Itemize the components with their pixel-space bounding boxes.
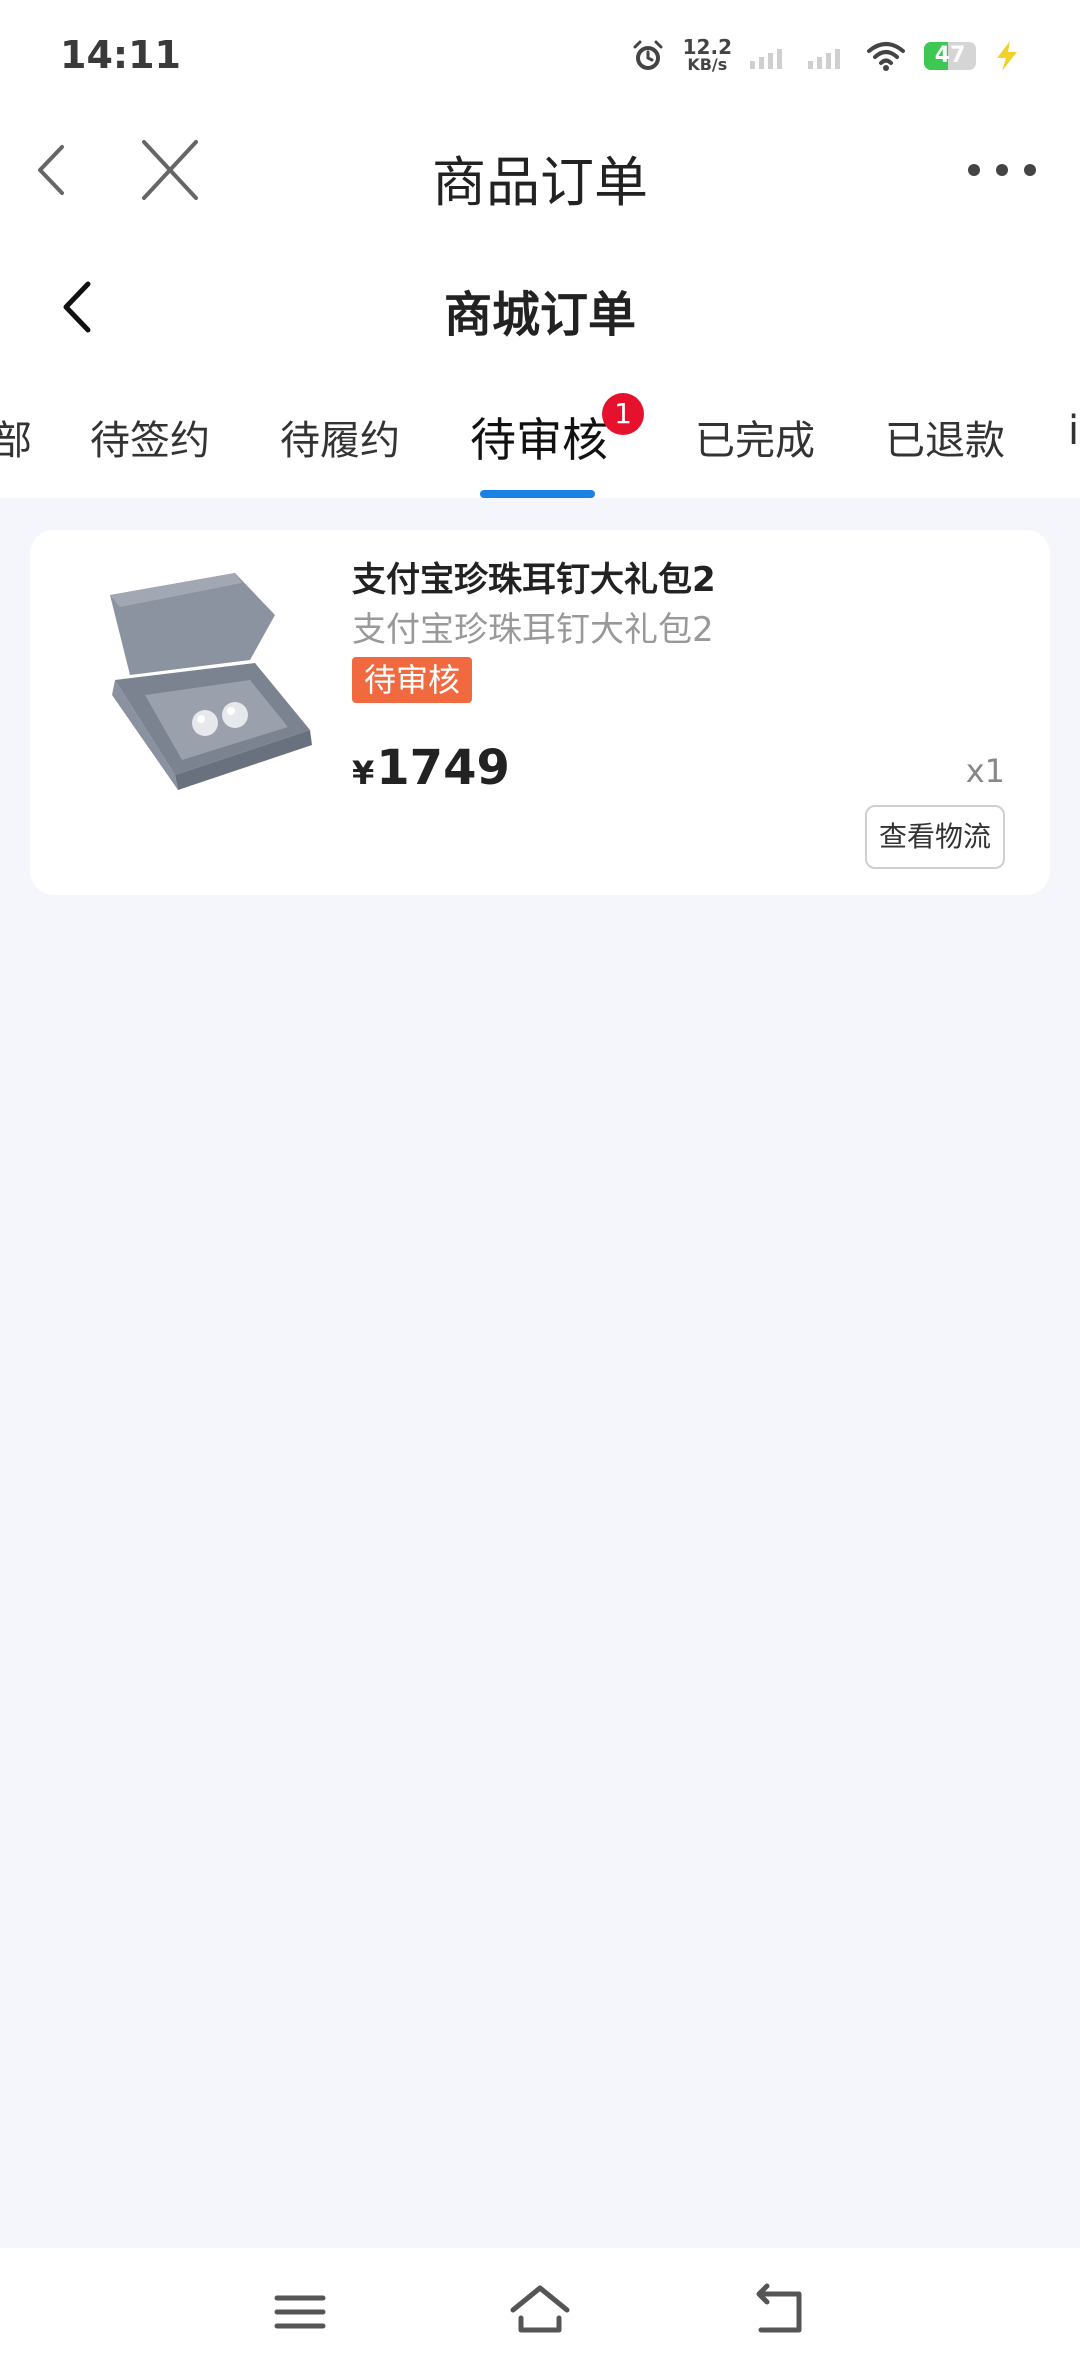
- product-name[interactable]: 支付宝珍珠耳钉大礼包2: [352, 552, 716, 601]
- currency-symbol: ¥: [352, 754, 375, 792]
- status-badge: 待审核: [352, 657, 473, 703]
- tab-badge: 1: [602, 393, 644, 435]
- status-time: 14:11: [60, 33, 181, 77]
- battery-level: 47: [934, 43, 966, 68]
- network-speed-value: 12.2: [682, 35, 732, 59]
- status-bar: 14:11 12.2 KB/s 47: [0, 0, 1080, 110]
- network-speed-unit: KB/s: [687, 55, 728, 74]
- tab-more[interactable]: i: [1068, 408, 1079, 454]
- network-speed: 12.2 KB/s: [682, 35, 732, 74]
- tab-all[interactable]: 部: [0, 408, 32, 466]
- tab-pending-fulfill[interactable]: 待履约: [280, 408, 400, 466]
- tab-pending-review[interactable]: 待审核: [470, 404, 608, 470]
- signal-sim1-icon: [750, 49, 782, 69]
- signal-sim2-icon: [808, 49, 840, 69]
- tab-pending-sign[interactable]: 待签约: [90, 408, 210, 466]
- product-subtitle: 支付宝珍珠耳钉大礼包2: [352, 610, 714, 650]
- charging-icon: [997, 41, 1017, 71]
- tab-completed[interactable]: 已完成: [695, 408, 815, 466]
- alarm-icon: [633, 40, 663, 70]
- back-nav-icon[interactable]: [745, 2280, 815, 2344]
- product-image[interactable]: [70, 555, 340, 815]
- quantity: x1: [965, 752, 1005, 790]
- tab-refunded[interactable]: 已退款: [885, 408, 1005, 466]
- menu-icon[interactable]: [265, 2280, 335, 2344]
- page-title: 商品订单: [432, 151, 648, 214]
- product-price: ¥1749: [352, 740, 510, 796]
- active-tab-indicator: [480, 490, 595, 498]
- order-card[interactable]: 支付宝珍珠耳钉大礼包2 支付宝珍珠耳钉大礼包2 待审核 ¥1749 x1 查看物…: [30, 530, 1050, 895]
- section-title: 商城订单: [443, 287, 636, 343]
- app-header: 商品订单: [0, 110, 1080, 230]
- wifi-icon: [867, 42, 905, 71]
- order-status-tabs: 部 待签约 待履约 待审核 已完成 已退款 i: [0, 380, 1080, 498]
- price-value: 1749: [376, 740, 510, 796]
- home-icon[interactable]: [505, 2280, 575, 2344]
- more-horizontal-icon[interactable]: [952, 135, 1052, 205]
- system-nav-bar: [0, 2248, 1080, 2376]
- sub-header: 商城订单: [0, 230, 1080, 380]
- battery-icon: 47: [924, 42, 976, 70]
- status-icons: 12.2 KB/s 47: [631, 32, 1020, 80]
- view-logistics-button[interactable]: 查看物流: [865, 805, 1005, 869]
